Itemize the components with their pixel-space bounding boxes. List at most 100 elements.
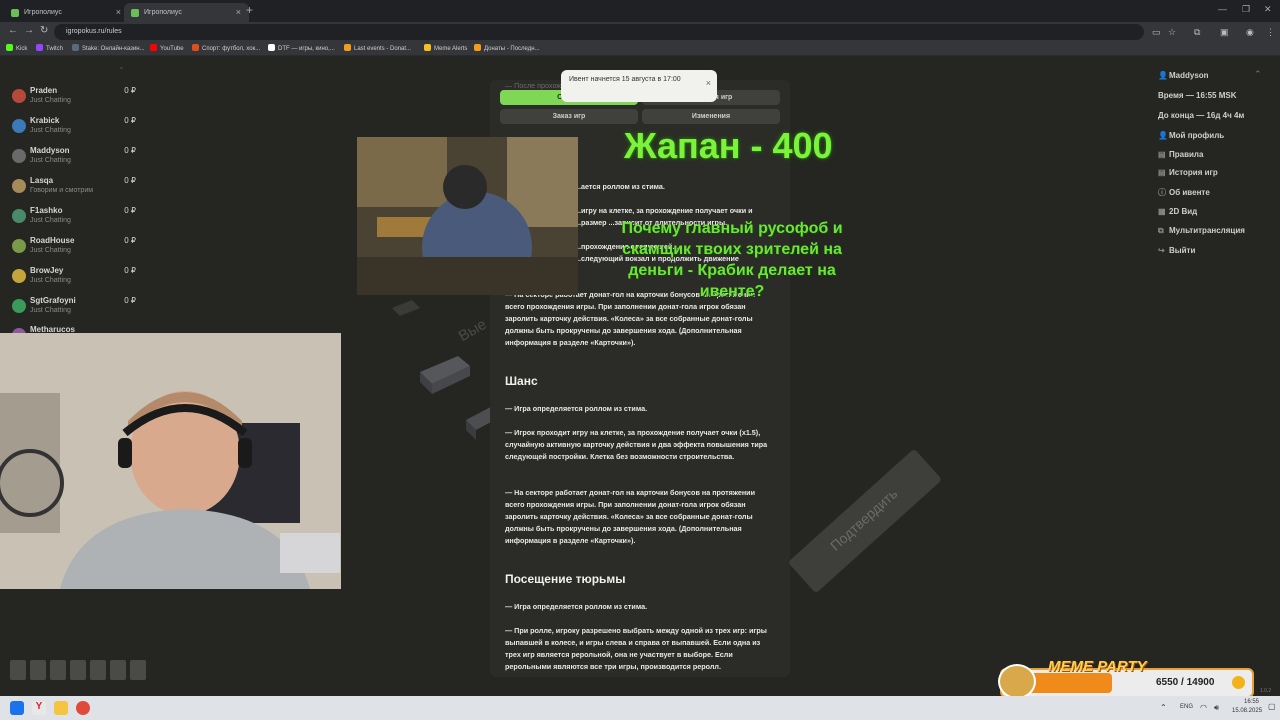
donation-icon	[474, 44, 481, 51]
close-icon[interactable]: ×	[706, 78, 711, 88]
browser-tab-active[interactable]: Игрополиус ×	[124, 3, 249, 22]
meme-alerts-icon	[424, 44, 431, 51]
streamer-category: Just Chatting	[30, 247, 71, 254]
rules-text: ...ается роллом из стима.	[575, 182, 665, 191]
language-indicator[interactable]: ENG	[1180, 704, 1193, 710]
streamer-name: Maddyson	[30, 146, 70, 155]
streamer-value: 0 ₽	[124, 236, 136, 245]
streamer-item[interactable]: Praden Just Chatting 0 ₽	[10, 85, 138, 113]
tool-icon[interactable]	[30, 660, 46, 680]
bookmark-youtube[interactable]: YouTube	[150, 44, 184, 52]
rules-paragraph: — Игра определяется роллом из стима.	[505, 602, 648, 611]
volume-icon[interactable]: 🔊︎	[1214, 703, 1219, 713]
windows-start-icon[interactable]	[10, 701, 24, 715]
streamer-item[interactable]: Krabick Just Chatting 0 ₽	[10, 115, 138, 143]
tool-icon[interactable]	[90, 660, 106, 680]
avatar	[12, 239, 26, 253]
tab-close-icon[interactable]: ×	[116, 7, 121, 17]
streamer-value: 0 ₽	[124, 176, 136, 185]
streamer-item[interactable]: RoadHouse Just Chatting 0 ₽	[10, 235, 138, 263]
menu-logout[interactable]: ↪ Выйти	[1158, 246, 1195, 255]
streamer-category: Just Chatting	[30, 307, 71, 314]
menu-my-profile[interactable]: 👤Мой профиль	[1158, 131, 1224, 140]
menu-about[interactable]: ⓘ Об ивенте	[1158, 187, 1210, 198]
tab-bar: Игрополиус × Игрополиус × + — ❐ ✕	[0, 0, 1280, 22]
tray-up-icon[interactable]: ⌃	[1160, 703, 1167, 712]
time-left: До конца — 16д 4ч 4м	[1158, 111, 1245, 120]
streamer-value: 0 ₽	[124, 266, 136, 275]
file-explorer-icon[interactable]	[54, 701, 68, 715]
back-icon[interactable]: ←	[8, 25, 18, 36]
tool-icon[interactable]	[50, 660, 66, 680]
notification-icon[interactable]: ▢	[1268, 702, 1276, 711]
streamer-item[interactable]: BrowJey Just Chatting 0 ₽	[10, 265, 138, 293]
menu-rules[interactable]: ▤ Правила	[1158, 150, 1203, 159]
browser-tab[interactable]: Игрополиус ×	[4, 3, 129, 22]
twitch-icon	[36, 44, 43, 51]
clock-date[interactable]: 15.08.2025	[1232, 708, 1262, 714]
version-text: 1.0.2	[1260, 688, 1272, 694]
collapse-up-icon[interactable]: ⌃	[1254, 69, 1262, 80]
bookmark-sport[interactable]: Спорт: футбол, хок...	[192, 44, 260, 52]
menu-2d-view[interactable]: ▦ 2D Вид	[1158, 207, 1197, 216]
tool-icon[interactable]	[10, 660, 26, 680]
streamer-item[interactable]: F1ashko Just Chatting 0 ₽	[10, 205, 138, 233]
forward-icon[interactable]: →	[24, 25, 34, 36]
bookmark-dtf[interactable]: DTF — игры, кино,...	[268, 44, 335, 52]
menu-multistream[interactable]: ⧉ Мультитрансляция	[1158, 226, 1245, 236]
meme-party-widget: MEME PARTY 6550 / 14900	[998, 658, 1256, 699]
user-icon: 👤	[1158, 131, 1168, 140]
yandex-browser-icon[interactable]: Y	[32, 701, 46, 715]
collapse-up-icon[interactable]: ⌃	[118, 66, 125, 75]
chrome-icon[interactable]	[76, 701, 90, 715]
cast-icon[interactable]: ▭	[1152, 27, 1161, 38]
bookmark-donations[interactable]: Донаты - Последн...	[474, 44, 540, 52]
bookmark-meme-alerts[interactable]: Meme Alerts	[424, 44, 467, 52]
streamer-category: Just Chatting	[30, 127, 71, 134]
bookmark-stake[interactable]: Stake: Онлайн-казин...	[72, 44, 145, 52]
url-field[interactable]: igropokus.ru/rules	[54, 24, 1144, 40]
bookmark-star-icon[interactable]: ☆	[1168, 27, 1176, 38]
streamer-category: Just Chatting	[30, 157, 71, 164]
streamer-value: 0 ₽	[124, 146, 136, 155]
tool-icon[interactable]	[70, 660, 86, 680]
avatar	[12, 119, 26, 133]
tab-order[interactable]: Заказ игр	[500, 109, 638, 124]
rules-paragraph: — Игрок проходит игру на клетке, за прох…	[505, 428, 768, 461]
site-favicon-icon	[11, 9, 19, 17]
close-window-icon[interactable]: ✕	[1264, 4, 1272, 15]
sidebar-icon[interactable]: ▣	[1220, 27, 1229, 38]
section-title-prison: Посещение тюрьмы	[505, 572, 626, 586]
bookmark-last-events[interactable]: Last events - Donat...	[344, 44, 411, 52]
tool-icon[interactable]	[110, 660, 126, 680]
avatar	[12, 299, 26, 313]
multi-icon: ⧉	[1158, 226, 1164, 235]
tool-icon[interactable]	[130, 660, 146, 680]
tab-close-icon[interactable]: ×	[236, 7, 241, 17]
maximize-icon[interactable]: ❐	[1242, 4, 1250, 15]
meme-party-count: 6550 / 14900	[1156, 677, 1215, 688]
bookmark-kick[interactable]: Kick	[6, 44, 27, 52]
donation-overlay-message: Почему главный русофоб и скамщик твоих з…	[621, 220, 843, 300]
streamer-item[interactable]: Maddyson Just Chatting 0 ₽	[10, 145, 138, 173]
new-tab-button[interactable]: +	[246, 3, 253, 17]
menu-icon[interactable]: ⋮	[1266, 27, 1275, 38]
tab-changes[interactable]: Изменения	[642, 109, 780, 124]
kick-icon	[6, 44, 13, 51]
profile-icon[interactable]: ◉	[1246, 27, 1254, 38]
extensions-icon[interactable]: ⧉	[1194, 27, 1200, 38]
user-header[interactable]: 👤Maddyson	[1158, 71, 1209, 80]
clock-time[interactable]: 16:55	[1244, 699, 1259, 705]
bookmark-twitch[interactable]: Twitch	[36, 44, 63, 52]
wifi-icon[interactable]: ◠	[1200, 703, 1207, 712]
streamer-category: Говорим и смотрим	[30, 187, 94, 194]
streamer-value: 0 ₽	[124, 116, 136, 125]
menu-history[interactable]: ▤ История игр	[1158, 168, 1218, 177]
streamer-item[interactable]: Lasqa Говорим и смотрим 0 ₽	[10, 175, 138, 203]
streamer-name: BrowJey	[30, 266, 64, 275]
minimize-icon[interactable]: —	[1218, 4, 1227, 14]
logout-icon: ↪	[1158, 246, 1165, 255]
streamer-item[interactable]: SgtGrafoyni Just Chatting 0 ₽	[10, 295, 138, 323]
streamer-category: Just Chatting	[30, 97, 71, 104]
reload-icon[interactable]: ↻	[40, 25, 48, 36]
